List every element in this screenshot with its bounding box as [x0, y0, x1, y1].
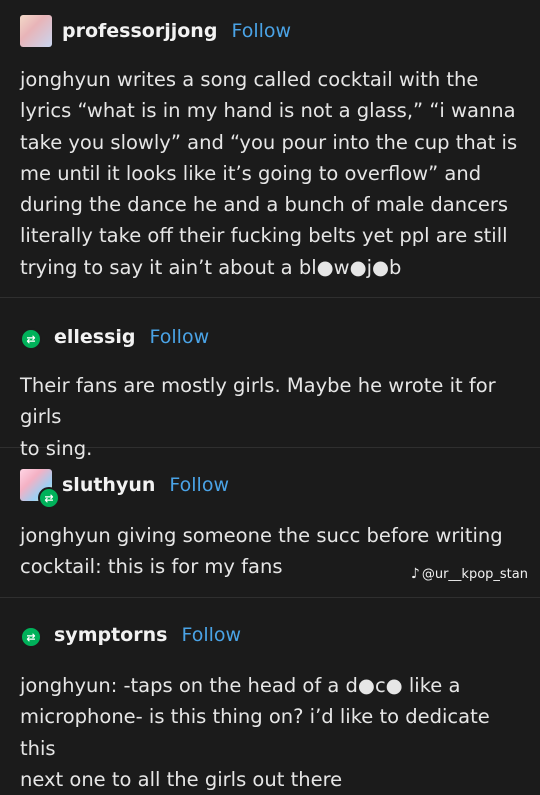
tiktok-icon: ♪: [410, 566, 420, 582]
username[interactable]: sluthyun: [62, 474, 155, 496]
post-header: ⇄ ellessig Follow: [20, 320, 209, 354]
username[interactable]: symptorns: [54, 624, 167, 646]
follow-button[interactable]: Follow: [150, 326, 210, 348]
post-header: ⇄ sluthyun Follow: [20, 468, 229, 509]
reblog-icon: ⇄: [20, 626, 42, 648]
avatar[interactable]: ⇄: [20, 626, 46, 652]
watermark-text: @ur__kpop_stan: [421, 566, 528, 582]
avatar[interactable]: ⇄: [20, 469, 60, 509]
follow-button[interactable]: Follow: [169, 474, 229, 496]
username[interactable]: ellessig: [54, 326, 136, 348]
avatar[interactable]: [20, 15, 52, 47]
post-text: jonghyun writes a song called cocktail w…: [20, 68, 518, 279]
avatar[interactable]: ⇄: [20, 328, 46, 354]
follow-button[interactable]: Follow: [231, 20, 291, 42]
reblog-icon: ⇄: [20, 328, 42, 350]
reblog-icon: ⇄: [38, 487, 60, 509]
post-4: ⇄ symptorns Follow jonghyun: -taps on th…: [0, 598, 540, 791]
post-1: professorjjong Follow jonghyun writes a …: [0, 0, 540, 298]
post-text: jonghyun: -taps on the head of a d●c● li…: [20, 674, 490, 791]
post-2: ⇄ ellessig Follow Their fans are mostly …: [0, 298, 540, 460]
watermark: ♪ @ur__kpop_stan: [411, 566, 528, 582]
follow-button[interactable]: Follow: [181, 624, 241, 646]
username[interactable]: professorjjong: [62, 20, 217, 42]
post-header: ⇄ symptorns Follow: [20, 618, 241, 652]
post-header: professorjjong Follow: [20, 14, 291, 48]
